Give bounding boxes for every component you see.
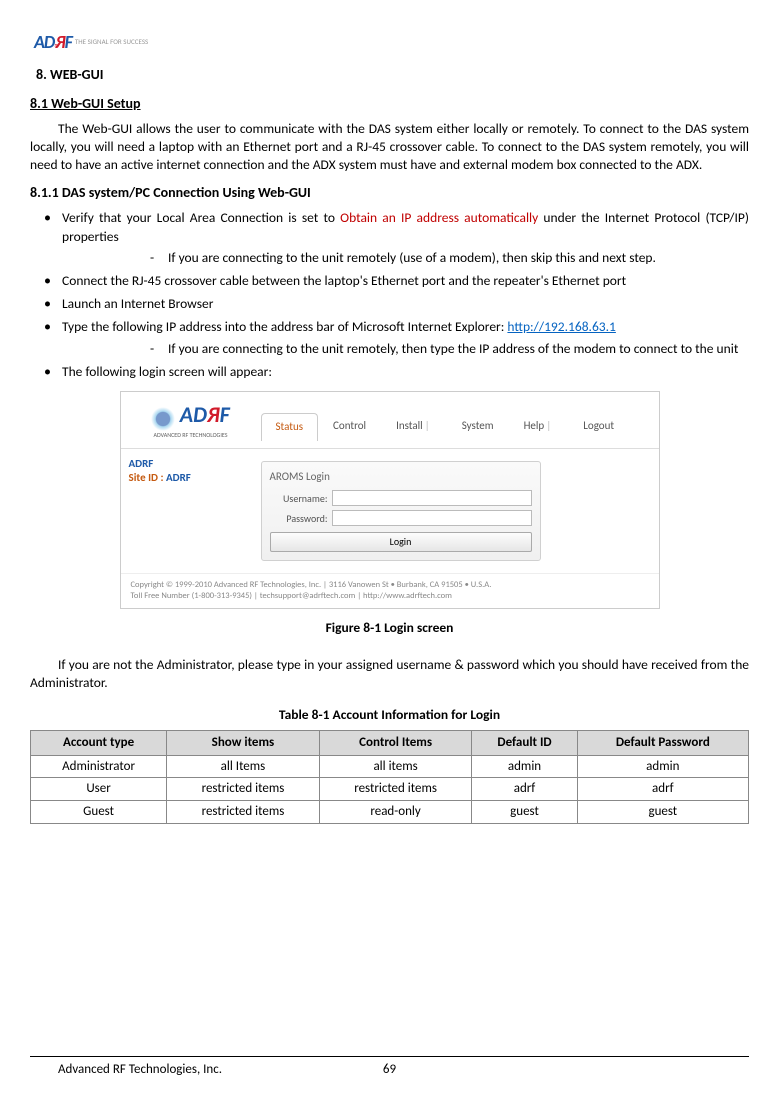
tab-install[interactable]: Install|: [381, 412, 447, 440]
tab-status[interactable]: Status: [261, 413, 319, 441]
mock-tabs: Status Control Install| System Help| Log…: [261, 400, 659, 440]
th-show-items: Show items: [167, 731, 320, 756]
ip-link[interactable]: http://192.168.63.1: [507, 318, 615, 335]
paragraph-intro: The Web-GUI allows the user to communica…: [30, 120, 749, 175]
tab-logout[interactable]: Logout: [568, 412, 629, 440]
bullet-2: Connect the RJ-45 crossover cable betwee…: [30, 272, 749, 290]
login-panel: AROMS Login Username: Password: Login: [261, 461, 541, 562]
bullet-3: Launch an Internet Browser: [30, 295, 749, 313]
input-username[interactable]: [332, 490, 532, 506]
panel-title: AROMS Login: [270, 470, 532, 485]
table-row: Administratorall Itemsall itemsadminadmi…: [31, 755, 749, 778]
figure-caption: Figure 8-1 Login screen: [30, 619, 749, 637]
th-default-password: Default Password: [577, 731, 748, 756]
login-button[interactable]: Login: [270, 532, 532, 552]
sub-bullet-1: If you are connecting to the unit remote…: [150, 249, 749, 267]
table-row: Userrestricted itemsrestricted itemsadrf…: [31, 778, 749, 801]
table-row: Guestrestricted itemsread-onlyguestguest: [31, 801, 749, 824]
mock-logo: ADЯF ADVANCED RF TECHNOLOGIES: [121, 392, 261, 447]
table-caption: Table 8-1 Account Information for Login: [30, 706, 749, 724]
footer-company: Advanced RF Technologies, Inc.: [30, 1061, 383, 1079]
label-username: Username:: [270, 492, 332, 506]
th-account-type: Account type: [31, 731, 167, 756]
heading-1: 8. WEB-GUI: [36, 66, 749, 85]
heading-3: 8.1.1 DAS system/PC Connection Using Web…: [30, 184, 749, 203]
th-control-items: Control Items: [319, 731, 472, 756]
heading-2: 8.1 Web-GUI Setup: [30, 95, 749, 114]
figure-login-screen: ADЯF ADVANCED RF TECHNOLOGIES Status Con…: [120, 391, 660, 609]
paragraph-admin-note: If you are not the Administrator, please…: [30, 656, 749, 692]
mock-sidebar: ADRF Site ID : ADRF: [121, 449, 241, 574]
header-logo: AD≈ЯF THE SIGNAL FOR SUCCESS: [34, 30, 749, 54]
bullet-4: Type the following IP address into the a…: [30, 318, 749, 357]
tab-help[interactable]: Help|: [509, 412, 569, 440]
tab-control[interactable]: Control: [318, 412, 381, 440]
sub-bullet-2: If you are connecting to the unit remote…: [150, 340, 749, 358]
mock-footer: Copyright © 1999-2010 Advanced RF Techno…: [121, 573, 659, 608]
logo-tagline: THE SIGNAL FOR SUCCESS: [75, 37, 148, 46]
label-password: Password:: [270, 512, 332, 526]
page-footer: Advanced RF Technologies, Inc. 69: [30, 1056, 749, 1079]
tab-system[interactable]: System: [447, 412, 509, 440]
footer-page-number: 69: [383, 1061, 396, 1079]
highlight-text: Obtain an IP address automatically: [340, 209, 538, 226]
instruction-list: Verify that your Local Area Connection i…: [30, 209, 749, 381]
account-table: Account type Show items Control Items De…: [30, 730, 749, 823]
input-password[interactable]: [332, 510, 532, 526]
bullet-5: The following login screen will appear:: [30, 363, 749, 381]
bullet-1: Verify that your Local Area Connection i…: [30, 209, 749, 267]
th-default-id: Default ID: [472, 731, 577, 756]
